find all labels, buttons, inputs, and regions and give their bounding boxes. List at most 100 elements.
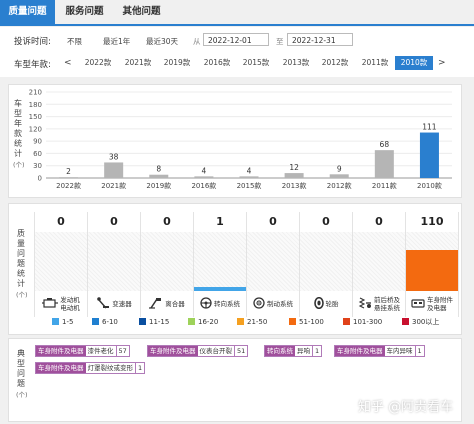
quality-category-cell[interactable]: 0 制动系统: [247, 212, 300, 317]
bar-value-label: 8: [156, 165, 161, 174]
tab-other-issues[interactable]: 其他问题: [114, 0, 169, 24]
legend-swatch: [343, 318, 350, 325]
category-name: 轮胎: [325, 300, 339, 308]
category-label: 变速器: [88, 291, 140, 317]
quality-category-cell[interactable]: 0 变速器: [88, 212, 141, 317]
year-option-selected[interactable]: 2010款: [395, 56, 433, 70]
typical-issue-tag[interactable]: 车身附件及电器 灯罩裂纹或变形 1: [35, 362, 146, 374]
category-name: 发动机 电动机: [60, 296, 80, 312]
time-option-any[interactable]: 不限: [67, 36, 82, 47]
category-name: 制动系统: [267, 300, 293, 308]
quality-category-cell[interactable]: 0 轮胎: [300, 212, 353, 317]
legend-label: 11-15: [149, 317, 170, 326]
legend-item: 1-5: [52, 317, 73, 326]
bar: [374, 150, 394, 178]
y-tick-label: 0: [38, 175, 42, 183]
year-option[interactable]: 2015款: [237, 56, 275, 70]
car-body-icon: [411, 297, 425, 311]
date-from-input[interactable]: 2022-12-01: [203, 33, 269, 46]
x-tick-label: 2019款: [146, 181, 171, 190]
y-tick-label: 150: [29, 113, 42, 121]
category-name: 车身附件 及电器: [427, 296, 453, 312]
label-char: 问: [17, 249, 25, 258]
bar: [239, 176, 259, 178]
category-label: 离合器: [141, 291, 193, 317]
tab-quality-issues[interactable]: 质量问题: [0, 0, 55, 24]
category-bar-area: [247, 232, 299, 291]
year-prev-arrow[interactable]: <: [64, 58, 72, 68]
legend-swatch: [289, 318, 296, 325]
category-count: 0: [88, 212, 140, 233]
filter-panel: 投诉时间: 不限 最近1年 最近30天 从 2022-12-01 至 2022-…: [0, 27, 474, 77]
tag-issue: 车内异味: [386, 347, 413, 355]
unit-label: (个): [16, 391, 28, 399]
bar-value-label: 12: [289, 163, 299, 172]
bar: [149, 174, 169, 178]
legend-item: 16-20: [188, 317, 218, 326]
tag-count: 1: [414, 346, 424, 356]
date-to-input[interactable]: 2022-12-31: [287, 33, 353, 46]
quality-category-cell[interactable]: 0 离合器: [141, 212, 194, 317]
y-tick-label: 120: [29, 125, 42, 133]
tag-issue: 仪表台开裂: [199, 347, 233, 355]
legend-label: 300以上: [412, 317, 440, 326]
typical-issue-tag[interactable]: 车身附件及电器 车内异味 1: [334, 345, 425, 357]
quality-category-cell[interactable]: 1 转向系统: [194, 212, 247, 317]
typical-vertical-label: 典 型 问 题 (个): [16, 349, 28, 399]
category-label: 前后桥及 悬挂系统: [353, 291, 405, 317]
time-option-30days[interactable]: 最近30天: [146, 36, 178, 47]
legend-label: 51-100: [299, 317, 324, 326]
quality-category-cell[interactable]: 0 发动机 电动机: [35, 212, 88, 317]
legend-item: 300以上: [402, 317, 439, 326]
bar: [59, 177, 79, 178]
typical-issue-tag[interactable]: 车身附件及电器 仪表台开裂 51: [147, 345, 249, 357]
tag-count: 57: [115, 346, 129, 356]
bar-value-label: 2: [66, 167, 71, 176]
category-level-bar: [406, 249, 458, 291]
x-tick-label: 2013款: [282, 181, 307, 190]
engine-icon: [42, 297, 59, 311]
year-option[interactable]: 2021款: [119, 56, 157, 70]
legend-label: 1-5: [62, 317, 74, 326]
x-tick-label: 2021款: [101, 181, 126, 190]
x-tick-label: 2016款: [191, 181, 216, 190]
year-next-arrow[interactable]: >: [438, 58, 446, 68]
to-label: 至: [276, 37, 284, 46]
legend-label: 16-20: [198, 317, 219, 326]
year-option[interactable]: 2022款: [79, 56, 117, 70]
y-tick-label: 210: [29, 89, 42, 97]
label-char: 问: [17, 369, 25, 378]
legend-label: 101-300: [353, 317, 383, 326]
bar-value-label: 9: [337, 164, 342, 173]
legend-label: 21-50: [247, 317, 268, 326]
typical-issue-tag[interactable]: 转向系统 异响 1: [264, 345, 323, 357]
category-label: 制动系统: [247, 291, 299, 317]
year-option[interactable]: 2011款: [356, 56, 394, 70]
x-tick-label: 2022款: [56, 181, 81, 190]
category-count: 110: [406, 212, 458, 233]
time-option-1year[interactable]: 最近1年: [103, 36, 130, 47]
year-option[interactable]: 2012款: [316, 56, 354, 70]
label-char: 型: [17, 359, 25, 368]
legend-swatch: [139, 318, 146, 325]
quality-category-cell[interactable]: 0 前后桥及 悬挂系统: [353, 212, 406, 317]
label-char: 统: [17, 269, 25, 278]
year-option[interactable]: 2016款: [198, 56, 236, 70]
typical-issue-tag[interactable]: 车身附件及电器 漆件老化 57: [35, 345, 130, 357]
tag-category: 车身附件及电器: [36, 363, 86, 373]
legend-label: 6-10: [102, 317, 118, 326]
tag-count: 1: [312, 346, 321, 356]
tag-issue: 漆件老化: [87, 347, 114, 355]
legend-swatch: [92, 318, 99, 325]
year-option[interactable]: 2019款: [158, 56, 196, 70]
tag-count: 1: [135, 363, 144, 373]
bar-value-label: 38: [109, 152, 119, 161]
from-label: 从: [193, 37, 201, 46]
year-option[interactable]: 2013款: [277, 56, 315, 70]
quality-category-cell[interactable]: 110 车身附件 及电器: [406, 212, 459, 317]
tab-service-issues[interactable]: 服务问题: [57, 0, 112, 24]
suspension-icon: [358, 297, 372, 311]
bar-value-label: 111: [422, 123, 437, 132]
label-char: 题: [17, 379, 25, 388]
x-tick-label: 2011款: [372, 181, 397, 190]
